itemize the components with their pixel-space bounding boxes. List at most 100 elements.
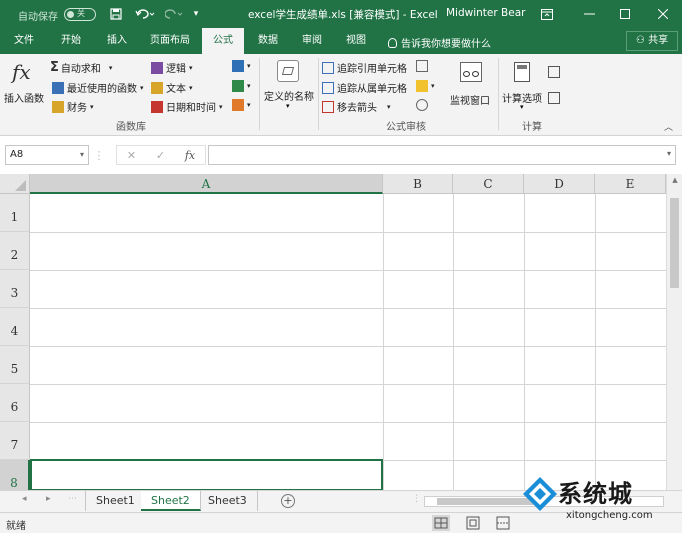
watermark-logo-icon <box>523 477 557 511</box>
logical-button[interactable]: 逻辑 ▾ <box>151 60 193 75</box>
name-box[interactable]: A8 ▾ <box>5 145 89 165</box>
scroll-up-icon[interactable]: ▲ <box>667 176 682 184</box>
add-sheet-button[interactable]: + <box>281 494 295 508</box>
row-header-2[interactable]: 2 <box>0 232 30 270</box>
formula-bar-grip-icon: ⋮ <box>93 148 105 162</box>
column-header-a[interactable]: A <box>30 174 383 194</box>
tab-insert[interactable]: 插入 <box>96 28 138 54</box>
math-functions-button[interactable]: ▾ <box>232 80 251 92</box>
row-header-4[interactable]: 4 <box>0 308 30 346</box>
calculate-now-button[interactable] <box>548 66 563 78</box>
group-calculation: 计算 <box>522 122 542 133</box>
watch-window-label: 监视窗口 <box>450 96 490 107</box>
tell-me-search[interactable]: 告诉我你想要做什么 <box>388 35 491 50</box>
prev-sheet-icon[interactable]: ◂ <box>22 494 27 504</box>
recent-functions-button[interactable]: 最近使用的函数 ▾ <box>52 80 144 95</box>
error-checking-button[interactable]: ▾ <box>416 80 435 92</box>
logical-label: 逻辑 <box>166 64 186 75</box>
title-bar: 自动保存 关 ▾ excel学生成绩单.xls [兼容模式] - Excel M… <box>0 0 682 28</box>
sigma-icon: Σ <box>50 60 59 75</box>
tab-file[interactable]: 文件 <box>4 28 44 54</box>
row-header-7[interactable]: 7 <box>0 422 30 460</box>
vertical-scroll-thumb[interactable] <box>670 198 679 288</box>
financial-button[interactable]: 财务 ▾ <box>52 99 94 114</box>
calc-options-button[interactable]: 计算选项 ▾ <box>500 60 546 112</box>
tab-formulas[interactable]: 公式 <box>202 28 244 54</box>
defined-names-button[interactable]: 定义的名称 ▾ <box>262 60 316 112</box>
watermark-text: 系统城 <box>558 480 633 508</box>
next-sheet-icon[interactable]: ▸ <box>46 494 51 504</box>
row-header-5[interactable]: 5 <box>0 346 30 384</box>
chevron-down-icon: ▾ <box>140 83 144 92</box>
tab-data[interactable]: 数据 <box>248 28 288 54</box>
customize-qat-icon[interactable]: ▾ <box>190 5 202 23</box>
undo-icon[interactable] <box>132 5 158 23</box>
autosave-toggle[interactable]: 关 <box>64 8 96 21</box>
tab-view[interactable]: 视图 <box>336 28 376 54</box>
gridline <box>524 194 525 490</box>
evaluate-formula-button[interactable] <box>416 99 431 111</box>
tab-home[interactable]: 开始 <box>50 28 92 54</box>
chevron-down-icon: ▾ <box>90 102 94 111</box>
trace-precedents-button[interactable]: 追踪引用单元格 <box>322 60 407 75</box>
tell-me-text: 告诉我你想要做什么 <box>401 39 491 50</box>
save-icon[interactable] <box>108 5 124 23</box>
column-header-b[interactable]: B <box>383 174 453 194</box>
sheet-tab-sheet3[interactable]: Sheet3 <box>198 491 258 511</box>
group-separator <box>318 58 319 130</box>
maximize-icon[interactable] <box>608 0 642 28</box>
lookup-functions-button[interactable]: ▾ <box>232 60 251 72</box>
trace-dependents-label: 追踪从属单元格 <box>337 84 407 95</box>
share-button[interactable]: ⚇ 共享 <box>626 31 678 51</box>
expand-formula-icon[interactable]: ▾ <box>667 149 671 158</box>
sheet-tab-sheet2[interactable]: Sheet2 <box>141 491 201 511</box>
select-all-corner[interactable] <box>0 174 30 194</box>
row-header-8[interactable]: 8 <box>0 460 30 490</box>
toggle-knob <box>67 11 74 18</box>
page-layout-view-icon[interactable] <box>464 515 482 531</box>
tab-page-layout[interactable]: 页面布局 <box>142 28 198 54</box>
row-header-3[interactable]: 3 <box>0 270 30 308</box>
row-header-6[interactable]: 6 <box>0 384 30 422</box>
collapse-ribbon-icon[interactable]: ︿ <box>664 120 673 133</box>
gridline <box>30 346 666 347</box>
remove-arrows-button[interactable]: 移去箭头 ▾ <box>322 99 391 114</box>
vertical-scrollbar[interactable]: ▲ <box>666 174 682 490</box>
remove-arrows-icon <box>322 100 334 113</box>
sheet-bar-grip-icon: ⋯ <box>68 494 77 504</box>
user-name[interactable]: Midwinter Bear <box>446 7 525 19</box>
row-header-1[interactable]: 1 <box>0 194 30 232</box>
autosum-button[interactable]: Σ 自动求和 ▾ <box>50 60 112 75</box>
datetime-button[interactable]: 日期和时间 ▾ <box>151 99 223 114</box>
insert-function-icon[interactable]: fx <box>185 149 195 162</box>
calculator-icon <box>514 62 530 82</box>
watch-window-button[interactable]: 监视窗口 <box>448 60 496 112</box>
fx-icon: fx <box>12 60 31 84</box>
spreadsheet-grid[interactable]: A B C D E 1 2 3 4 5 6 7 8 ▲ <box>0 174 682 490</box>
column-header-c[interactable]: C <box>453 174 524 194</box>
chevron-down-icon: ▾ <box>387 102 391 111</box>
column-header-d[interactable]: D <box>524 174 595 194</box>
calculate-sheet-button[interactable] <box>548 92 563 104</box>
selected-cell-a8[interactable] <box>30 459 383 490</box>
page-break-view-icon[interactable] <box>494 515 512 531</box>
formula-input[interactable]: ▾ <box>208 145 676 165</box>
more-functions-button[interactable]: ▾ <box>232 99 251 111</box>
minimize-icon[interactable] <box>572 0 606 28</box>
normal-view-icon[interactable] <box>432 515 450 531</box>
redo-icon[interactable] <box>162 5 188 23</box>
enter-icon[interactable]: ✓ <box>156 149 165 162</box>
column-header-e[interactable]: E <box>595 174 666 194</box>
insert-function-button[interactable]: fx 插入函数 <box>2 58 48 110</box>
tab-review[interactable]: 审阅 <box>292 28 332 54</box>
chevron-down-icon: ▾ <box>189 83 193 92</box>
ribbon-display-options-icon[interactable] <box>530 0 564 28</box>
name-box-value: A8 <box>10 149 24 160</box>
document-title: excel学生成绩单.xls [兼容模式] - Excel <box>248 9 438 21</box>
close-icon[interactable] <box>646 0 680 28</box>
sheet-tab-sheet1[interactable]: Sheet1 <box>85 491 146 511</box>
show-formulas-button[interactable] <box>416 60 431 72</box>
text-functions-button[interactable]: 文本 ▾ <box>151 80 193 95</box>
trace-dependents-button[interactable]: 追踪从属单元格 <box>322 80 407 95</box>
cancel-icon[interactable]: ✕ <box>127 149 136 162</box>
